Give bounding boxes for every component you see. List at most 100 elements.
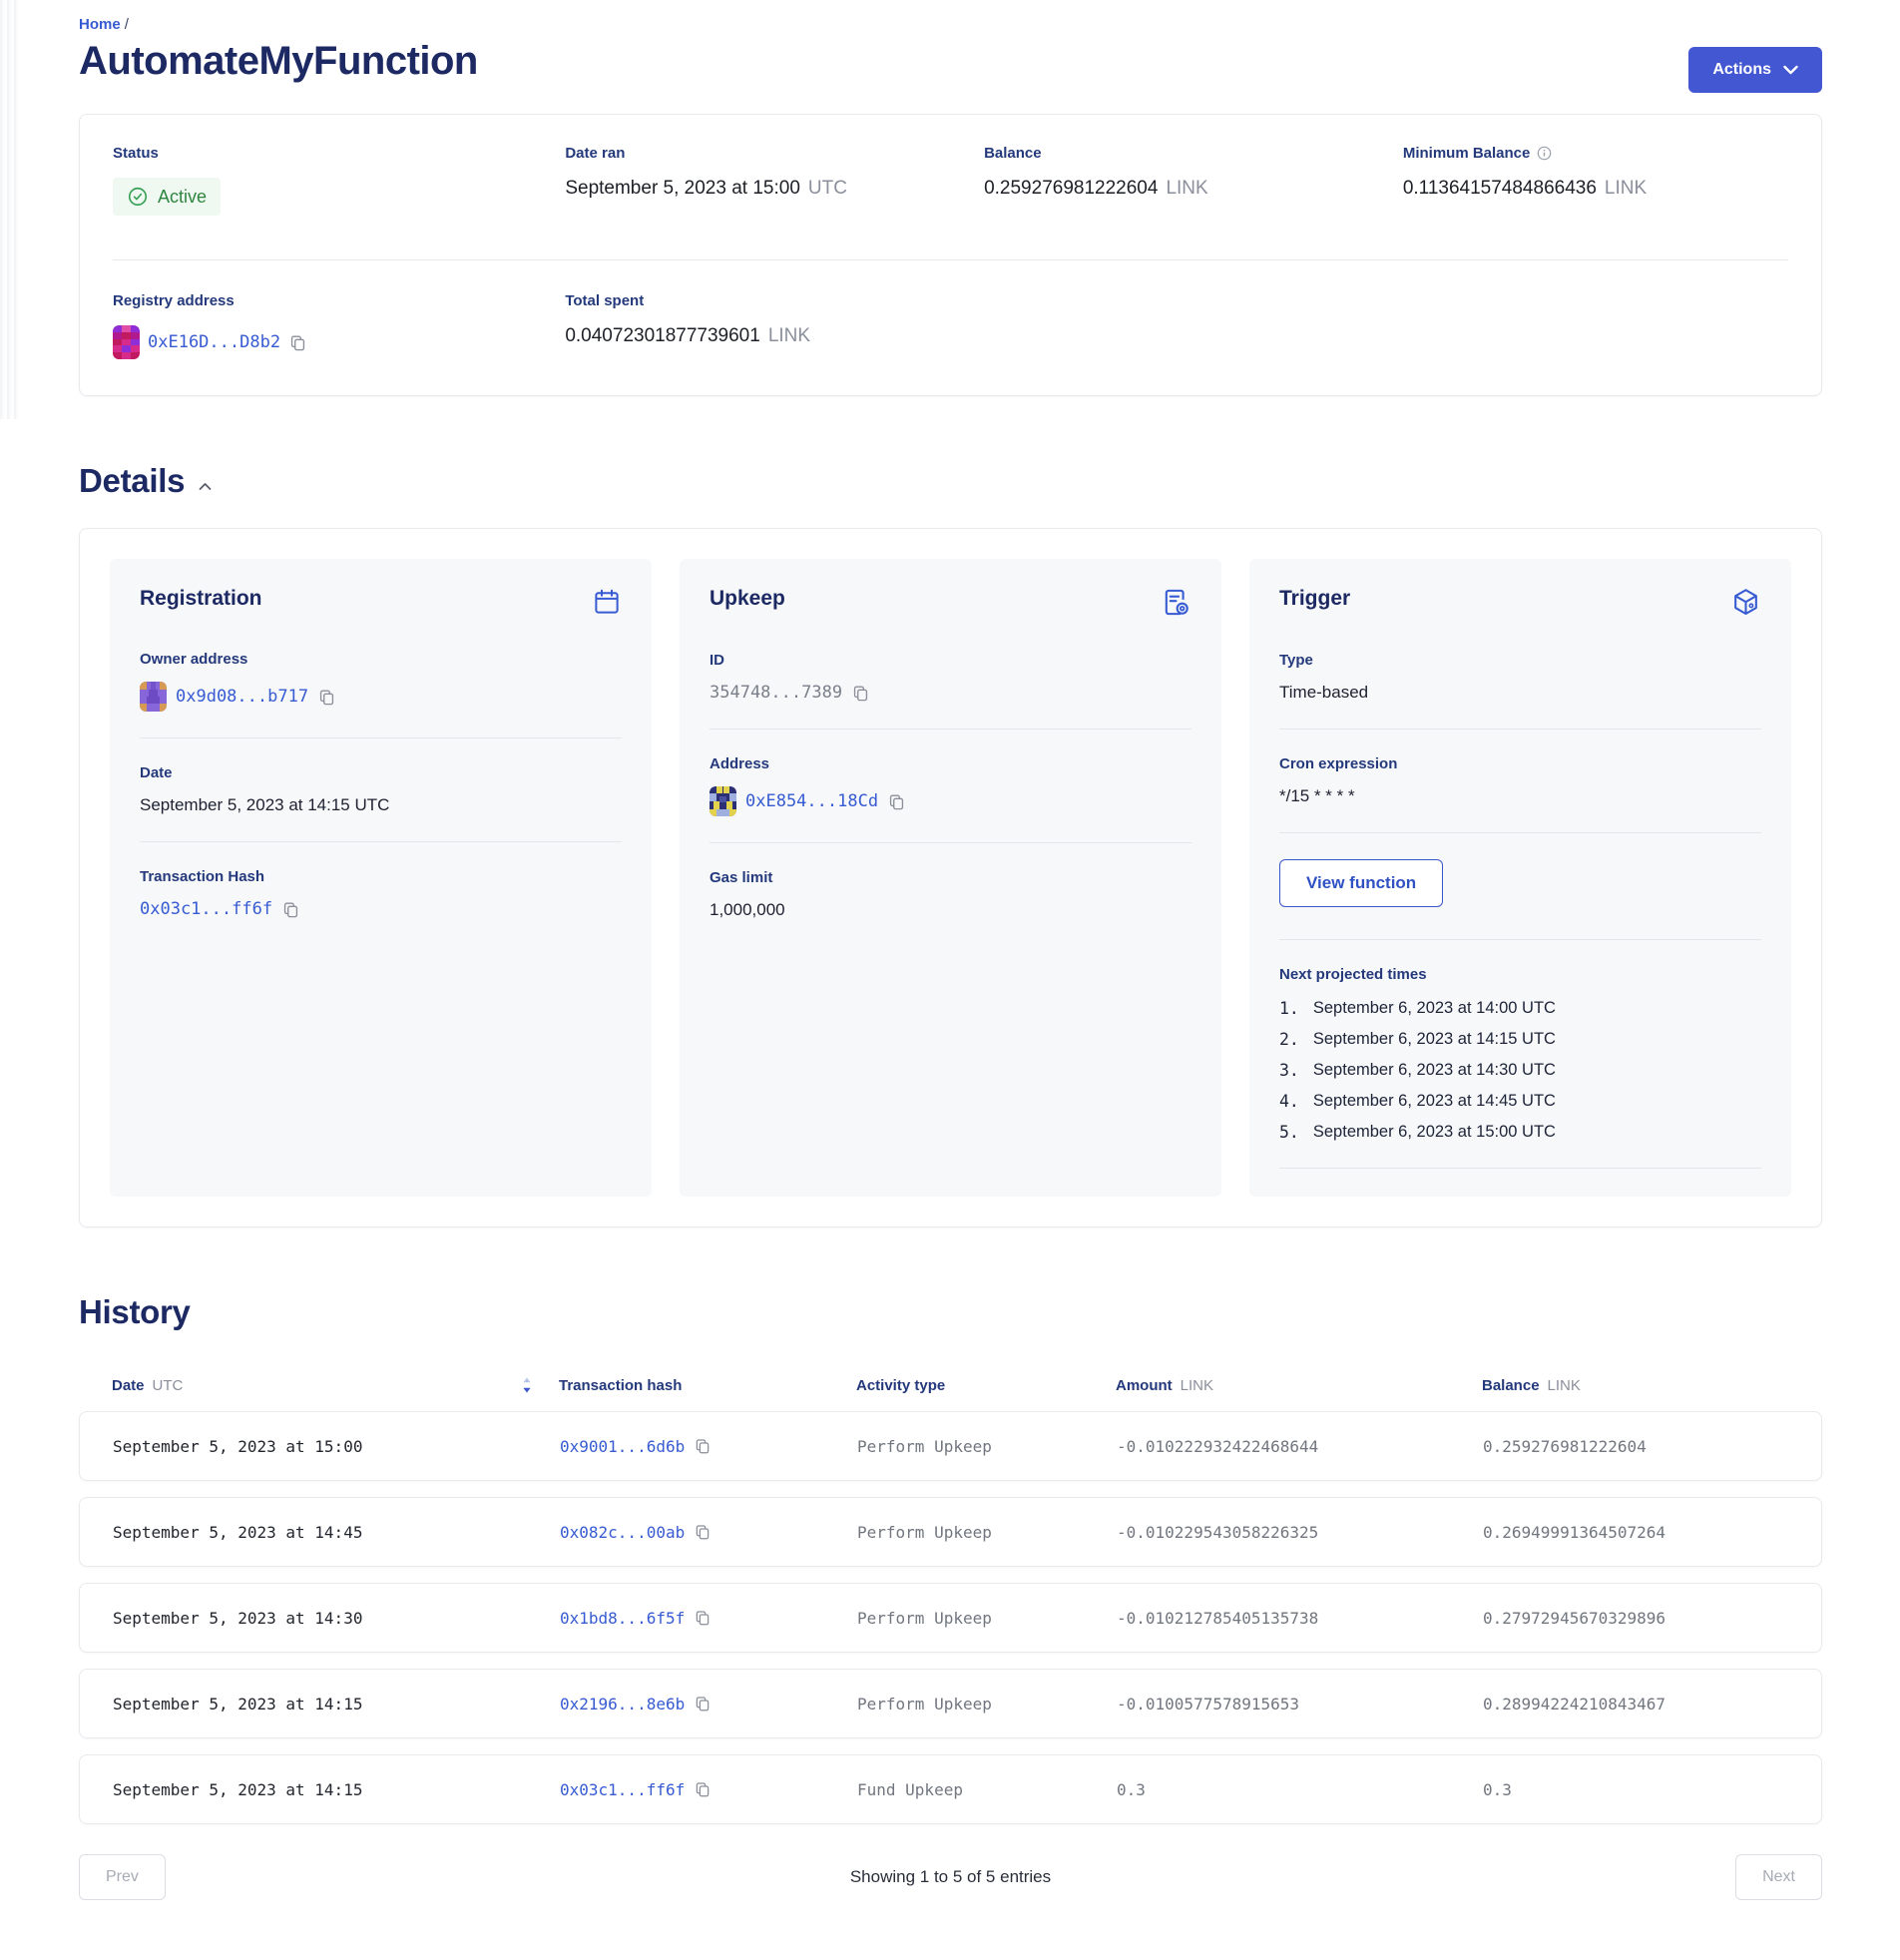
row-date: September 5, 2023 at 14:15 (113, 1695, 560, 1714)
row-date: September 5, 2023 at 14:30 (113, 1609, 560, 1628)
transaction-hash-label: Transaction Hash (140, 868, 622, 885)
status-value: Active (158, 187, 207, 208)
copy-row-hash-button[interactable] (694, 1437, 712, 1455)
upkeep-panel: Upkeep ID 354748...7389 Address (680, 559, 1221, 1197)
upkeep-id-value: 354748...7389 (710, 683, 842, 703)
copy-upkeep-id-button[interactable] (851, 684, 870, 703)
list-item-number: 5. (1279, 1123, 1299, 1142)
next-page-button[interactable]: Next (1735, 1854, 1822, 1900)
registration-title: Registration (140, 587, 262, 611)
next-projected-times-label: Next projected times (1279, 966, 1761, 983)
check-circle-icon (127, 186, 149, 208)
list-item-text: September 6, 2023 at 14:30 UTC (1313, 1061, 1556, 1080)
copy-tx-hash-button[interactable] (281, 900, 300, 919)
copy-icon (851, 684, 870, 703)
row-date: September 5, 2023 at 15:00 (113, 1437, 560, 1456)
list-item-number: 4. (1279, 1092, 1299, 1111)
min-balance-field: Minimum Balance 0.11364157484866436LINK (1403, 145, 1788, 216)
document-gear-icon (1161, 587, 1191, 618)
copy-icon (694, 1695, 712, 1713)
row-hash-link[interactable]: 0x082c...00ab (560, 1523, 685, 1542)
row-balance: 0.26949991364507264 (1483, 1523, 1788, 1542)
trigger-type-value: Time-based (1279, 683, 1368, 703)
copy-registry-address-button[interactable] (288, 333, 307, 352)
list-item-text: September 6, 2023 at 14:00 UTC (1313, 999, 1556, 1018)
upkeep-title: Upkeep (710, 587, 785, 611)
row-hash-link[interactable]: 0x2196...8e6b (560, 1695, 685, 1714)
copy-owner-address-button[interactable] (317, 688, 336, 707)
col-amount-suffix: LINK (1181, 1377, 1213, 1394)
total-spent-suffix: LINK (768, 325, 810, 347)
list-item: 4. September 6, 2023 at 14:45 UTC (1279, 1092, 1761, 1111)
page-header: AutomateMyFunction Actions (79, 39, 1822, 84)
copy-icon (317, 688, 336, 707)
balance-field: Balance 0.259276981222604LINK (984, 145, 1403, 216)
breadcrumb-home-link[interactable]: Home (79, 16, 121, 33)
divider (1279, 729, 1761, 730)
row-hash-link[interactable]: 0x03c1...ff6f (560, 1780, 685, 1799)
copy-row-hash-button[interactable] (694, 1523, 712, 1541)
next-projected-times-list: 1.September 6, 2023 at 14:00 UTC 2.Septe… (1279, 999, 1761, 1142)
list-item-text: September 6, 2023 at 14:15 UTC (1313, 1030, 1556, 1049)
history-table-header: Date UTC Transaction hash Activity type … (79, 1375, 1822, 1395)
details-section-head: Details (79, 462, 1822, 500)
history-section-head: History (79, 1293, 1822, 1331)
upkeep-id-label: ID (710, 652, 1191, 669)
upkeep-address-identicon (710, 786, 736, 816)
row-hash-link[interactable]: 0x9001...6d6b (560, 1437, 685, 1456)
trigger-title: Trigger (1279, 587, 1350, 611)
list-item-text: September 6, 2023 at 14:45 UTC (1313, 1092, 1556, 1111)
status-badge: Active (113, 178, 221, 216)
prev-page-button[interactable]: Prev (79, 1854, 166, 1900)
divider (710, 729, 1191, 730)
copy-row-hash-button[interactable] (694, 1695, 712, 1713)
total-spent-field: Total spent 0.04072301877739601LINK (565, 292, 1788, 359)
balance-label: Balance (984, 145, 1403, 162)
history-table-body: September 5, 2023 at 15:00 0x9001...6d6b… (79, 1411, 1822, 1824)
gas-limit-value: 1,000,000 (710, 900, 785, 920)
details-collapse-toggle[interactable] (199, 482, 212, 491)
owner-address-label: Owner address (140, 651, 622, 668)
col-activity-label: Activity type (856, 1377, 945, 1394)
divider (1279, 1168, 1761, 1169)
view-function-button[interactable]: View function (1279, 859, 1443, 907)
sort-toggle-button[interactable] (521, 1375, 533, 1395)
registry-address-link[interactable]: 0xE16D...D8b2 (148, 332, 280, 352)
status-field: Status Active (113, 145, 565, 216)
caret-up-icon (199, 482, 212, 491)
registration-date-value: September 5, 2023 at 14:15 UTC (140, 795, 389, 815)
breadcrumb-separator: / (125, 16, 129, 33)
copy-upkeep-address-button[interactable] (887, 792, 906, 811)
owner-address-link[interactable]: 0x9d08...b717 (176, 687, 308, 707)
row-activity: Perform Upkeep (857, 1523, 1117, 1542)
col-amount-label: Amount (1116, 1377, 1173, 1394)
overview-card: Status Active Date ran September 5, 2023… (79, 114, 1822, 396)
actions-button[interactable]: Actions (1688, 47, 1822, 93)
list-item: 2.September 6, 2023 at 14:15 UTC (1279, 1030, 1761, 1049)
divider (140, 737, 622, 738)
table-row: September 5, 2023 at 14:30 0x1bd8...6f5f… (79, 1583, 1822, 1653)
copy-row-hash-button[interactable] (694, 1780, 712, 1798)
list-item-number: 3. (1279, 1061, 1299, 1080)
table-row: September 5, 2023 at 14:15 0x03c1...ff6f… (79, 1754, 1822, 1824)
copy-row-hash-button[interactable] (694, 1609, 712, 1627)
row-hash-link[interactable]: 0x1bd8...6f5f (560, 1609, 685, 1628)
row-date: September 5, 2023 at 14:15 (113, 1780, 560, 1799)
col-date-suffix: UTC (153, 1377, 184, 1394)
registry-address-field: Registry address (113, 292, 565, 359)
upkeep-address-link[interactable]: 0xE854...18Cd (745, 791, 878, 811)
owner-identicon (140, 682, 167, 712)
copy-icon (281, 900, 300, 919)
history-heading: History (79, 1293, 191, 1331)
info-icon[interactable] (1537, 146, 1552, 161)
pagination: Prev Showing 1 to 5 of 5 entries Next (79, 1854, 1822, 1900)
row-activity: Perform Upkeep (857, 1695, 1117, 1714)
page: Home/ AutomateMyFunction Actions Status … (0, 0, 1900, 1900)
row-balance: 0.28994224210843467 (1483, 1695, 1788, 1714)
row-activity: Perform Upkeep (857, 1609, 1117, 1628)
status-label: Status (113, 145, 565, 162)
row-balance: 0.3 (1483, 1780, 1788, 1799)
chevron-down-icon (1783, 65, 1798, 75)
registration-tx-link[interactable]: 0x03c1...ff6f (140, 899, 272, 919)
total-spent-label: Total spent (565, 292, 1788, 309)
